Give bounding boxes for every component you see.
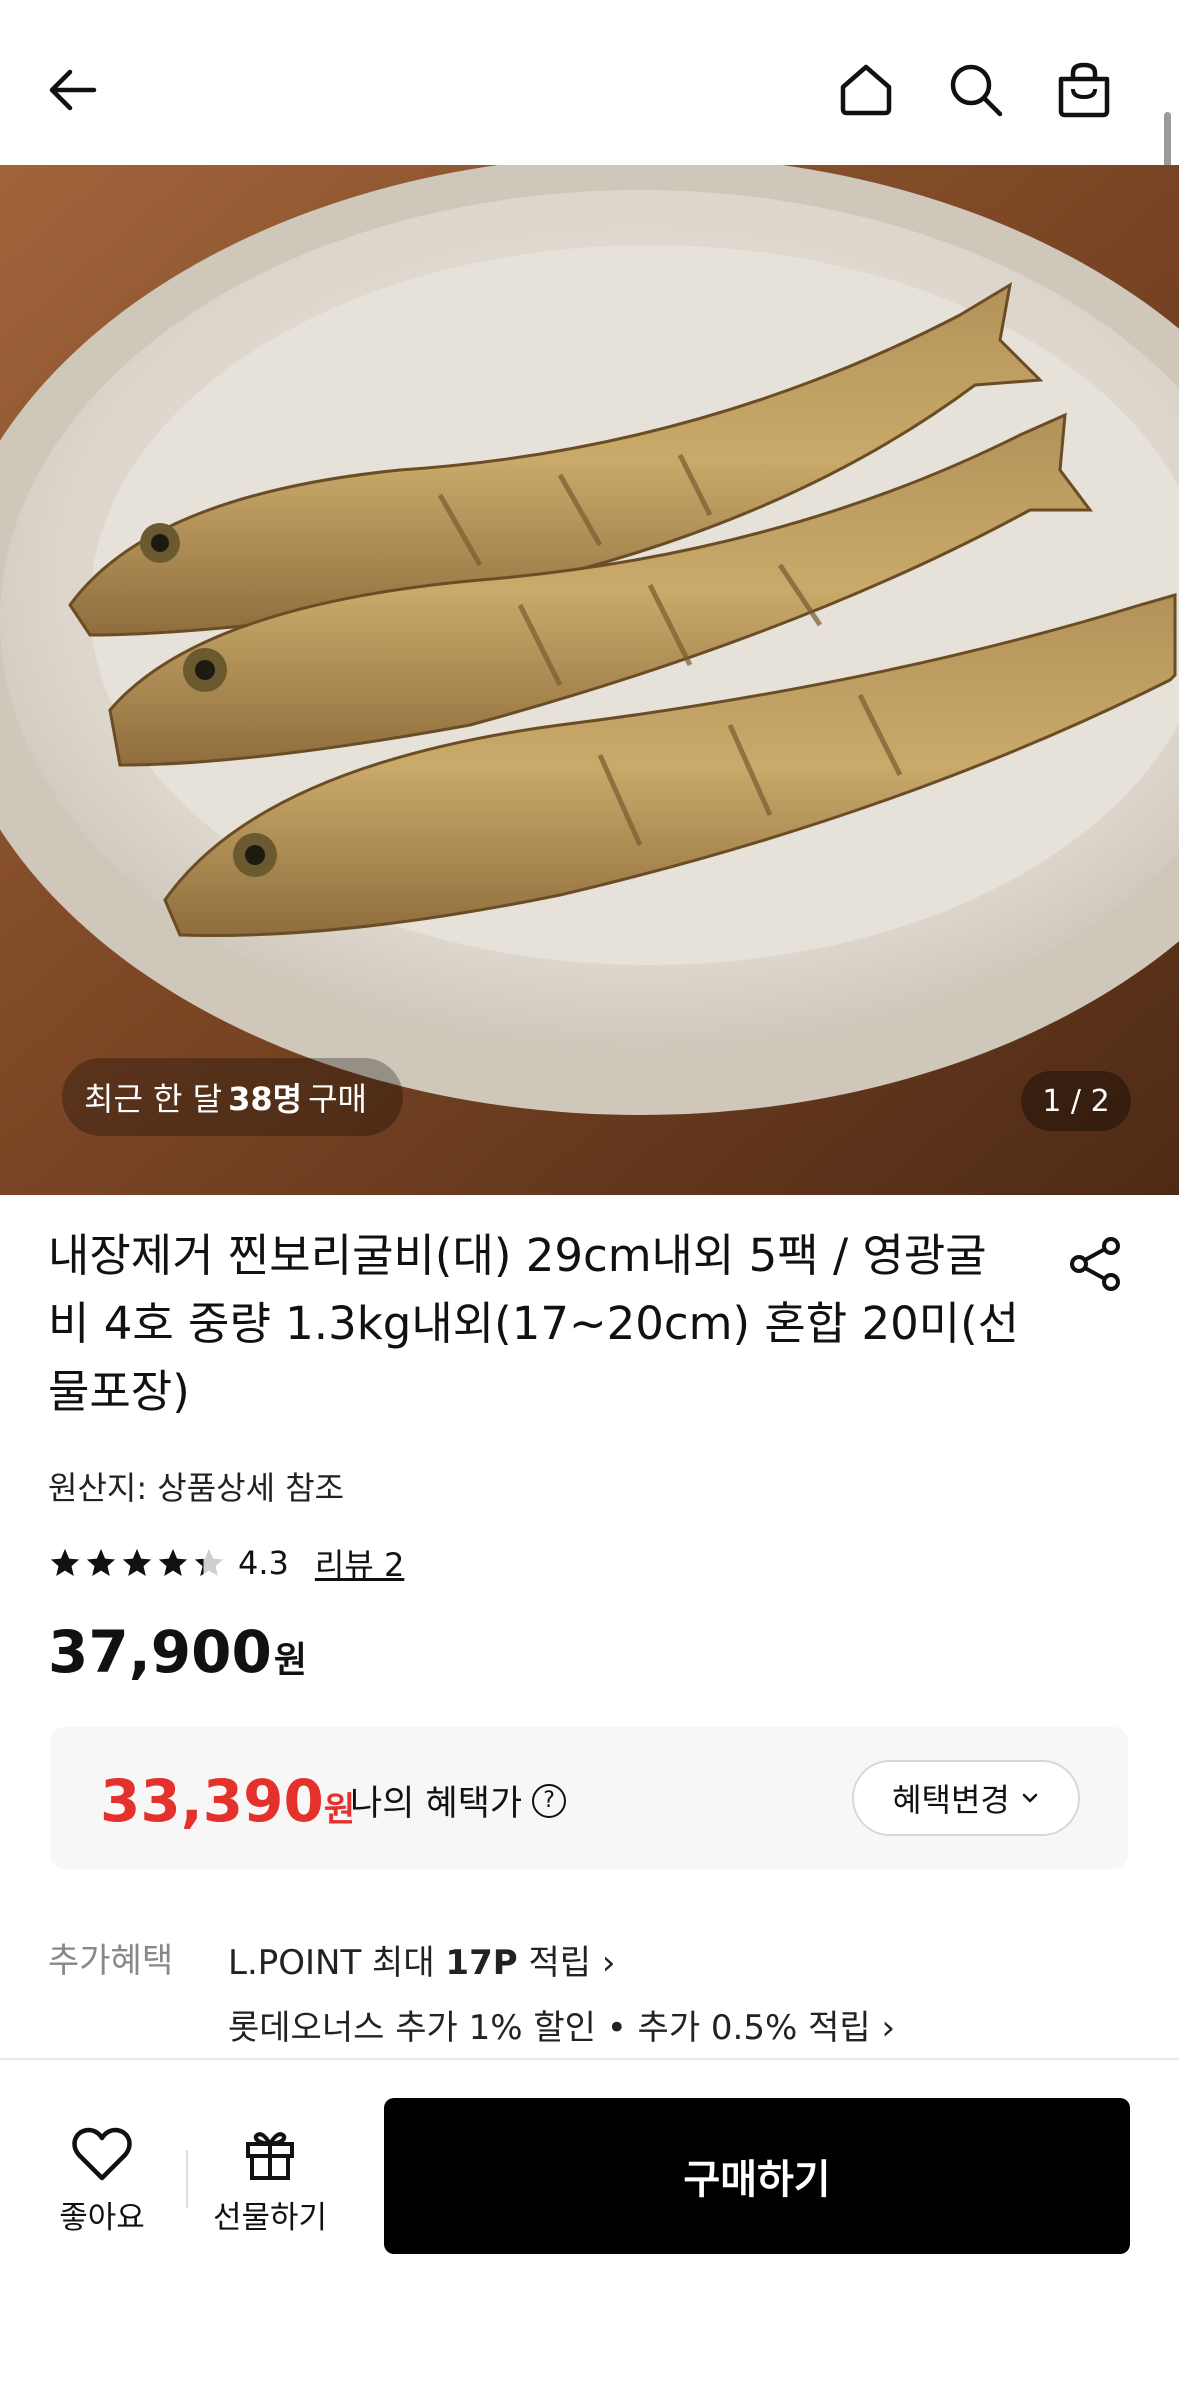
lpoint-suffix: 적립 › bbox=[517, 1943, 616, 1983]
original-price: 37,900 원 bbox=[48, 1618, 307, 1686]
back-arrow-icon[interactable] bbox=[34, 52, 110, 128]
lpoint-prefix: L.POINT 최대 bbox=[228, 1943, 446, 1983]
benefit-price: 33,390 원 bbox=[100, 1767, 355, 1835]
gift-button[interactable]: 선물하기 bbox=[200, 2126, 340, 2237]
star-partial-icon bbox=[194, 1548, 224, 1577]
lotte-owners-benefit-link[interactable]: 롯데오너스 추가 1% 할인 • 추가 0.5% 적립 › bbox=[228, 2000, 895, 2049]
extra-benefit-label: 추가혜택 bbox=[48, 1941, 174, 1981]
review-count-link[interactable]: 리뷰 2 bbox=[315, 1540, 404, 1586]
search-icon[interactable] bbox=[938, 52, 1014, 128]
price-currency: 원 bbox=[273, 1640, 307, 1681]
star-full-icon bbox=[86, 1548, 116, 1577]
gift-label: 선물하기 bbox=[212, 2200, 328, 2236]
benefit-price-value: 33,390 bbox=[100, 1767, 324, 1835]
heart-icon bbox=[72, 2127, 132, 2181]
star-full-icon bbox=[122, 1548, 152, 1577]
help-icon[interactable]: ? bbox=[532, 1783, 567, 1818]
change-benefit-label: 혜택변경 bbox=[892, 1781, 1010, 1819]
recent-buyers-badge: 최근 한 달 38명 구매 bbox=[62, 1058, 403, 1136]
rating-row: 4.3 리뷰 2 bbox=[48, 1538, 404, 1588]
benefit-price-box: 33,390 원 나의 혜택가 ? 혜택변경 bbox=[50, 1727, 1128, 1869]
buyers-prefix: 최근 한 달 bbox=[84, 1080, 223, 1118]
top-header bbox=[0, 0, 1179, 165]
chevron-down-icon bbox=[1022, 1793, 1038, 1803]
shopping-bag-icon[interactable] bbox=[1046, 52, 1122, 128]
rating-value: 4.3 bbox=[238, 1544, 289, 1582]
divider bbox=[186, 2150, 188, 2208]
home-icon[interactable] bbox=[828, 52, 904, 128]
star-full-icon bbox=[158, 1548, 188, 1577]
like-button[interactable]: 좋아요 bbox=[32, 2126, 172, 2237]
like-label: 좋아요 bbox=[59, 2200, 145, 2236]
buy-button[interactable]: 구매하기 bbox=[384, 2098, 1130, 2254]
change-benefit-button[interactable]: 혜택변경 bbox=[852, 1760, 1080, 1836]
share-icon[interactable] bbox=[1065, 1234, 1125, 1294]
gift-icon bbox=[246, 2132, 294, 2180]
benefit-label-row: 나의 혜택가 ? bbox=[350, 1775, 567, 1826]
bottom-action-bar: 좋아요 선물하기 구매하기 bbox=[0, 2058, 1179, 2394]
product-image bbox=[0, 165, 1179, 1195]
buyers-suffix: 구매 bbox=[308, 1080, 367, 1118]
lpoint-benefit-link[interactable]: L.POINT 최대 17P 적립 › bbox=[228, 1935, 615, 1984]
lpoint-amount: 17P bbox=[445, 1943, 518, 1983]
image-pager: 1 / 2 bbox=[1021, 1071, 1131, 1131]
buyers-count: 38명 bbox=[228, 1080, 303, 1118]
product-image-carousel[interactable]: 최근 한 달 38명 구매 1 / 2 bbox=[0, 165, 1179, 1195]
star-full-icon bbox=[50, 1548, 80, 1577]
origin-info: 원산지: 상품상세 참조 bbox=[48, 1469, 345, 1507]
benefit-label: 나의 혜택가 bbox=[350, 1784, 523, 1824]
price-value: 37,900 bbox=[48, 1618, 272, 1686]
star-rating bbox=[48, 1546, 226, 1580]
product-title: 내장제거 찐보리굴비(대) 29cm내외 5팩 / 영광굴비 4호 중량 1.3… bbox=[48, 1229, 1020, 1418]
